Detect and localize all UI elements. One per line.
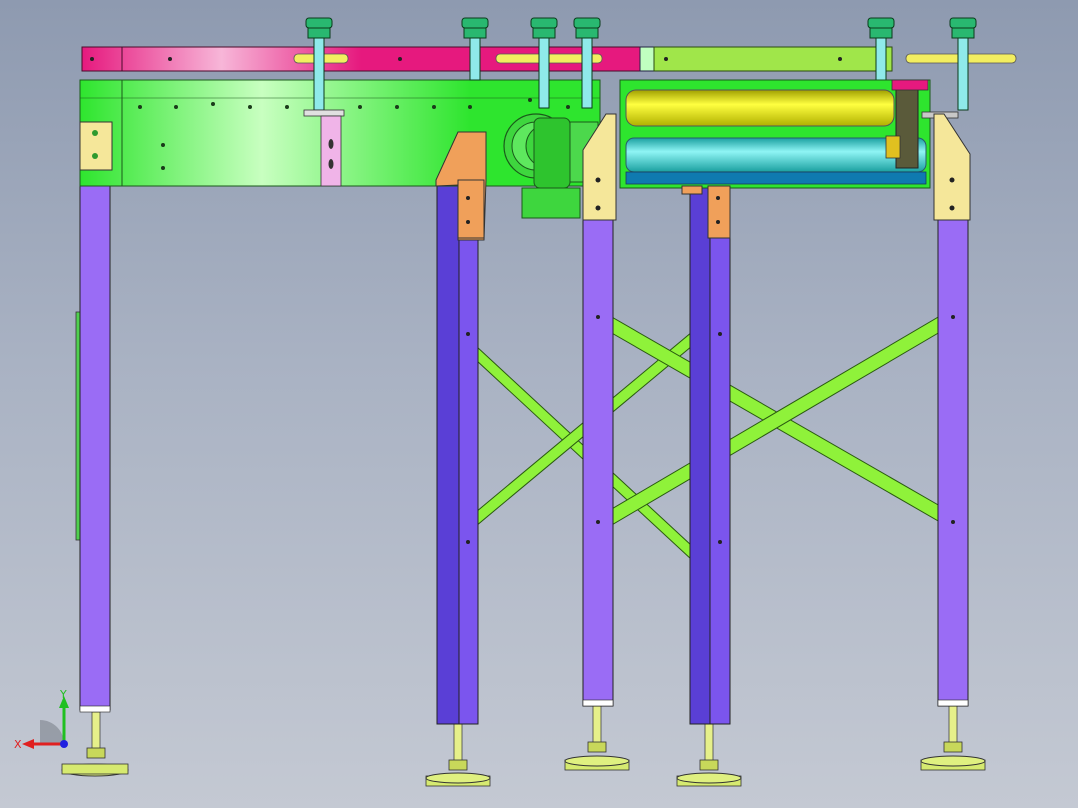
- knob-6: [949, 17, 977, 111]
- foot-leg-2: [425, 721, 491, 787]
- axis-triad-icon: Y X: [14, 688, 69, 751]
- foot-leg-4: [676, 721, 742, 787]
- leg-bracket-1: [79, 121, 113, 171]
- cad-viewport[interactable]: Y X: [0, 0, 1078, 808]
- conveyor-model[interactable]: [0, 0, 1078, 808]
- foot-leg-3: [564, 705, 630, 771]
- axis-y-label: Y: [59, 688, 67, 701]
- top-rail: [81, 46, 893, 72]
- leg-3: [582, 199, 614, 707]
- roller-frame: [619, 79, 959, 189]
- foot-leg-5: [920, 703, 986, 771]
- axis-x-label: X: [14, 738, 22, 751]
- leg-5: [937, 199, 969, 707]
- leg-4: [689, 185, 731, 725]
- leg-2: [436, 179, 479, 725]
- cross-brace-right: [609, 315, 941, 527]
- leg-bracket-5: [933, 113, 971, 221]
- leg-1: [79, 169, 111, 713]
